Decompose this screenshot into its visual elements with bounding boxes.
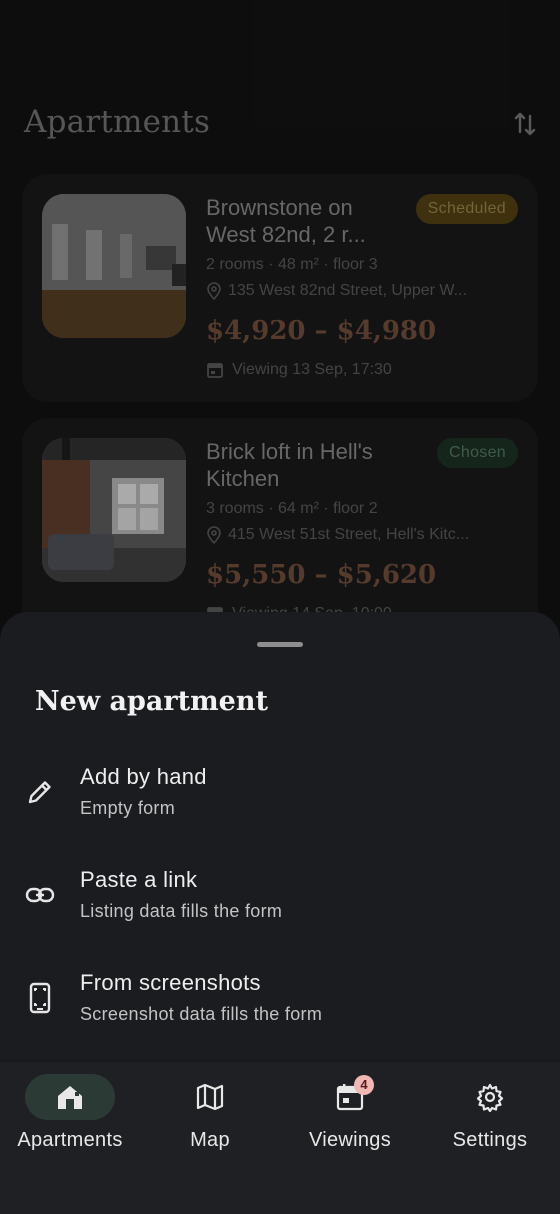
phone-screenshot-icon xyxy=(29,982,51,1014)
nav-label: Apartments xyxy=(17,1129,123,1151)
nav-item-apartments[interactable]: Apartments xyxy=(0,1063,140,1214)
option-title: Paste a link xyxy=(80,867,198,892)
option-title: From screenshots xyxy=(80,970,261,995)
option-title: Add by hand xyxy=(80,764,207,789)
notification-badge: 4 xyxy=(354,1075,374,1095)
map-icon xyxy=(196,1083,224,1111)
nav-label: Settings xyxy=(452,1129,528,1151)
option-subtitle: Empty form xyxy=(80,798,176,818)
nav-label: Map xyxy=(190,1129,230,1151)
app-screen: Apartments Brownstone on West 82nd, 2 r.… xyxy=(0,0,560,1214)
sheet-title: New apartment xyxy=(35,686,268,717)
nav-label: Viewings xyxy=(308,1129,392,1151)
bottom-navigation: Apartments Map 4 Viewings Settings xyxy=(0,1063,560,1214)
paste-link-option[interactable]: Paste a link Listing data fills the form xyxy=(0,867,560,947)
drag-handle[interactable] xyxy=(257,642,303,647)
home-icon xyxy=(58,1086,82,1109)
add-by-hand-option[interactable]: Add by hand Empty form xyxy=(0,764,560,844)
gear-icon xyxy=(476,1083,504,1112)
from-screenshots-option[interactable]: From screenshots Screenshot data fills t… xyxy=(0,970,560,1050)
nav-item-map[interactable]: Map xyxy=(140,1063,280,1214)
link-icon xyxy=(25,887,55,903)
option-subtitle: Listing data fills the form xyxy=(80,901,283,921)
option-subtitle: Screenshot data fills the form xyxy=(80,1004,323,1024)
nav-item-viewings[interactable]: 4 Viewings xyxy=(280,1063,420,1214)
pencil-icon xyxy=(28,781,51,804)
nav-item-settings[interactable]: Settings xyxy=(420,1063,560,1214)
